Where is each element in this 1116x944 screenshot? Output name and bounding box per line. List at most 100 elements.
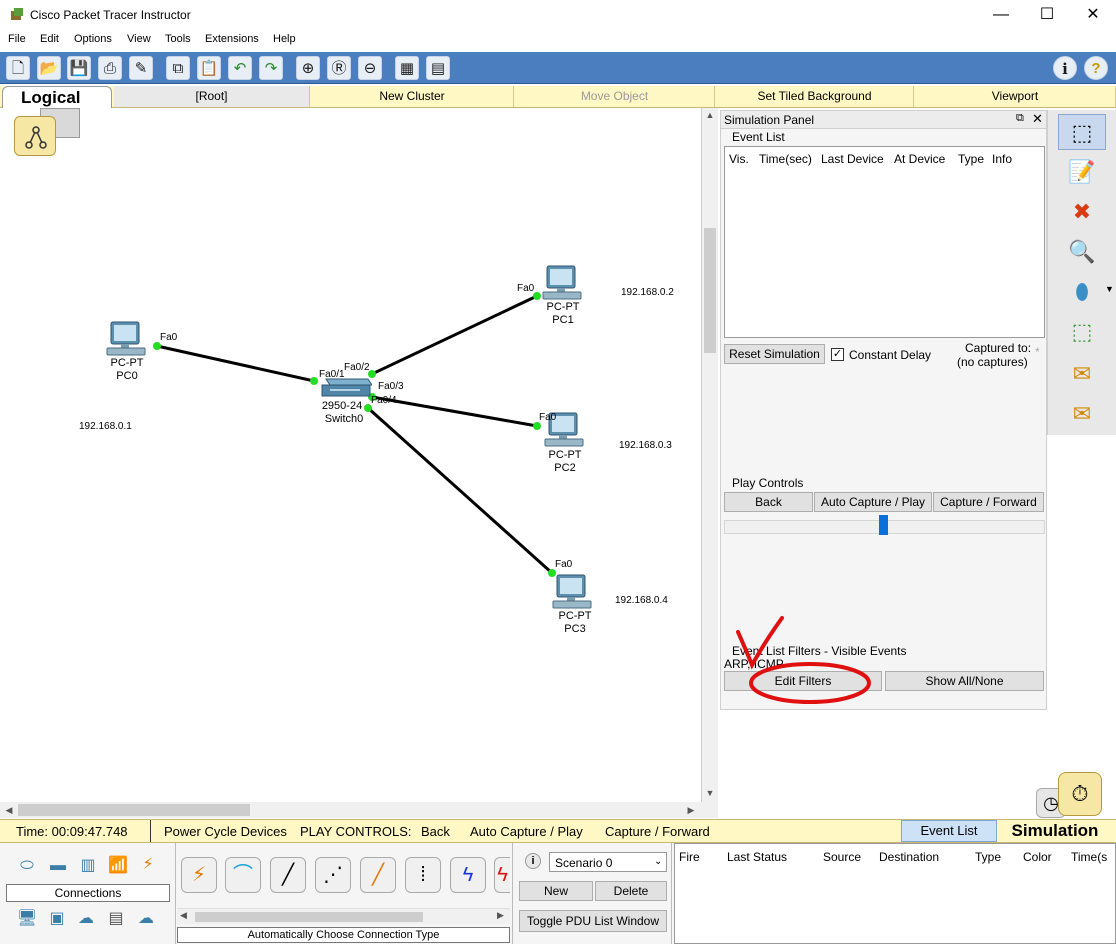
simulation-mode-tab[interactable]: Simulation xyxy=(999,820,1111,842)
hubs-icon[interactable]: ▥ xyxy=(76,855,100,877)
pc1-icon[interactable] xyxy=(541,264,585,302)
toggle-pdu-list-button[interactable]: Toggle PDU List Window xyxy=(519,910,667,932)
print-icon[interactable]: ⎙ xyxy=(98,56,122,80)
copper-straight-through-icon[interactable]: ╱ xyxy=(270,857,306,893)
link-pc0-switch[interactable] xyxy=(156,344,315,383)
resize-shape-icon[interactable]: ⬚ xyxy=(1058,314,1106,350)
pdu-list-table[interactable]: Fire Last Status Source Destination Type… xyxy=(674,843,1116,944)
column-time[interactable]: Time(sec) xyxy=(759,152,812,166)
show-all-none-button[interactable]: Show All/None xyxy=(885,671,1044,691)
zoom-in-icon[interactable]: ⊕ xyxy=(296,56,320,80)
link-pc1-switch[interactable] xyxy=(371,294,538,376)
routers-icon[interactable]: ⬭ xyxy=(15,855,39,877)
delete-scenario-button[interactable]: Delete xyxy=(595,881,667,901)
status-back-button[interactable]: Back xyxy=(421,824,450,839)
multiuser-icon[interactable]: ☁ xyxy=(134,908,158,930)
switches-icon[interactable]: ▬ xyxy=(46,855,70,877)
auto-connection-icon[interactable]: ⚡ xyxy=(181,857,217,893)
connection-scrollbar[interactable]: ◀ ▶ xyxy=(177,908,510,924)
security-icon[interactable]: ▣ xyxy=(45,908,69,930)
console-cable-icon[interactable]: ⌒ xyxy=(225,857,261,893)
logical-tab[interactable]: Logical xyxy=(2,86,112,110)
menu-help[interactable]: Help xyxy=(273,33,296,45)
menu-extensions[interactable]: Extensions xyxy=(205,33,259,45)
pc3-icon[interactable] xyxy=(551,573,595,611)
scroll-right-icon[interactable]: ▶ xyxy=(684,803,698,817)
scenario-select[interactable]: Scenario 0 ⌄ xyxy=(549,852,667,872)
status-capture-forward-button[interactable]: Capture / Forward xyxy=(605,824,710,839)
vertical-scroll-thumb[interactable] xyxy=(704,228,716,353)
scroll-down-icon[interactable]: ▼ xyxy=(703,786,717,800)
back-button[interactable]: Back xyxy=(724,492,813,512)
shape-dropdown-icon[interactable]: ▼ xyxy=(1105,284,1114,294)
delete-icon[interactable]: ✖ xyxy=(1058,194,1106,230)
pdu-column-time[interactable]: Time(s xyxy=(1071,850,1107,864)
event-list-toggle[interactable]: Event List xyxy=(901,820,997,842)
undo-icon[interactable]: ↶ xyxy=(228,56,252,80)
menu-options[interactable]: Options xyxy=(74,33,112,45)
column-info[interactable]: Info xyxy=(992,152,1012,166)
open-icon[interactable]: 📂 xyxy=(37,56,61,80)
new-icon[interactable]: 🗋 xyxy=(6,56,30,80)
wan-emulation-icon[interactable]: ☁ xyxy=(74,908,98,930)
connection-scroll-thumb[interactable] xyxy=(195,912,423,922)
auto-capture-play-button[interactable]: Auto Capture / Play xyxy=(814,492,932,512)
scenario-info-icon[interactable]: i xyxy=(525,853,541,869)
logical-workspace[interactable]: PC-PT PC0 Fa0 192.168.0.1 PC-PT PC1 Fa0 … xyxy=(0,108,702,802)
new-cluster-button[interactable]: New Cluster xyxy=(311,86,514,107)
close-button[interactable]: ✕ xyxy=(1070,0,1116,30)
viewport-button[interactable]: Viewport xyxy=(915,86,1116,107)
reset-simulation-button[interactable]: Reset Simulation xyxy=(724,344,825,364)
new-scenario-button[interactable]: New xyxy=(519,881,593,901)
menu-tools[interactable]: Tools xyxy=(165,33,191,45)
move-object-button[interactable]: Move Object xyxy=(515,86,715,107)
column-vis[interactable]: Vis. xyxy=(729,152,749,166)
connections-category-icon[interactable]: ⚡ xyxy=(136,854,160,876)
end-devices-icon[interactable]: 🖥 xyxy=(15,908,39,930)
power-cycle-devices-button[interactable]: Power Cycle Devices xyxy=(164,824,287,839)
column-type[interactable]: Type xyxy=(958,152,984,166)
scroll-left-icon[interactable]: ◀ xyxy=(180,910,187,921)
wireless-devices-icon[interactable]: 📶 xyxy=(106,855,130,877)
add-complex-pdu-icon[interactable]: ✉ xyxy=(1058,396,1106,432)
pdu-column-source[interactable]: Source xyxy=(823,850,861,864)
serial-dce-icon[interactable]: ϟ xyxy=(494,857,510,893)
scroll-right-icon[interactable]: ▶ xyxy=(497,910,504,921)
custom-device-icon[interactable]: ▤ xyxy=(426,56,450,80)
play-speed-slider[interactable] xyxy=(724,515,1045,535)
set-tiled-background-button[interactable]: Set Tiled Background xyxy=(716,86,914,107)
scroll-up-icon[interactable]: ▲ xyxy=(703,108,717,122)
fiber-icon[interactable]: ╱ xyxy=(360,857,396,893)
root-button[interactable]: [Root] xyxy=(114,86,310,107)
pc0-icon[interactable] xyxy=(105,320,149,358)
workspace-horizontal-scrollbar[interactable]: ◀ ▶ xyxy=(0,802,718,818)
select-icon[interactable]: ⬚ xyxy=(1058,114,1106,150)
workspace-vertical-scrollbar[interactable]: ▲ ▼ xyxy=(702,108,718,802)
link-pc3-switch[interactable] xyxy=(366,406,554,575)
coaxial-icon[interactable]: ϟ xyxy=(450,857,486,893)
scroll-left-icon[interactable]: ◀ xyxy=(2,803,16,817)
zoom-reset-icon[interactable]: Ⓡ xyxy=(327,56,351,80)
custom-made-devices-icon[interactable]: ▤ xyxy=(104,908,128,930)
minimize-button[interactable]: — xyxy=(978,0,1024,30)
paste-icon[interactable]: 📋 xyxy=(197,56,221,80)
add-simple-pdu-icon[interactable]: ✉ xyxy=(1058,356,1106,392)
status-auto-capture-button[interactable]: Auto Capture / Play xyxy=(470,824,583,839)
pdu-column-destination[interactable]: Destination xyxy=(879,850,939,864)
menu-view[interactable]: View xyxy=(127,33,151,45)
palette-icon[interactable]: ▦ xyxy=(395,56,419,80)
column-last-device[interactable]: Last Device xyxy=(821,152,884,166)
phone-cable-icon[interactable]: ⁞ xyxy=(405,857,441,893)
redo-icon[interactable]: ↷ xyxy=(259,56,283,80)
pdu-column-type[interactable]: Type xyxy=(975,850,1001,864)
constant-delay-checkbox[interactable]: ✓ xyxy=(831,348,844,361)
info-icon[interactable]: i xyxy=(1053,56,1077,80)
pdu-column-color[interactable]: Color xyxy=(1023,850,1052,864)
play-speed-slider-handle[interactable] xyxy=(879,515,888,535)
pdu-column-fire[interactable]: Fire xyxy=(679,850,700,864)
activity-wizard-icon[interactable]: ✎ xyxy=(129,56,153,80)
pdu-column-last-status[interactable]: Last Status xyxy=(727,850,787,864)
capture-forward-button[interactable]: Capture / Forward xyxy=(933,492,1044,512)
event-list-table[interactable]: Vis. Time(sec) Last Device At Device Typ… xyxy=(724,146,1045,338)
simulation-stopwatch-icon[interactable]: ⏱ xyxy=(1058,772,1102,816)
